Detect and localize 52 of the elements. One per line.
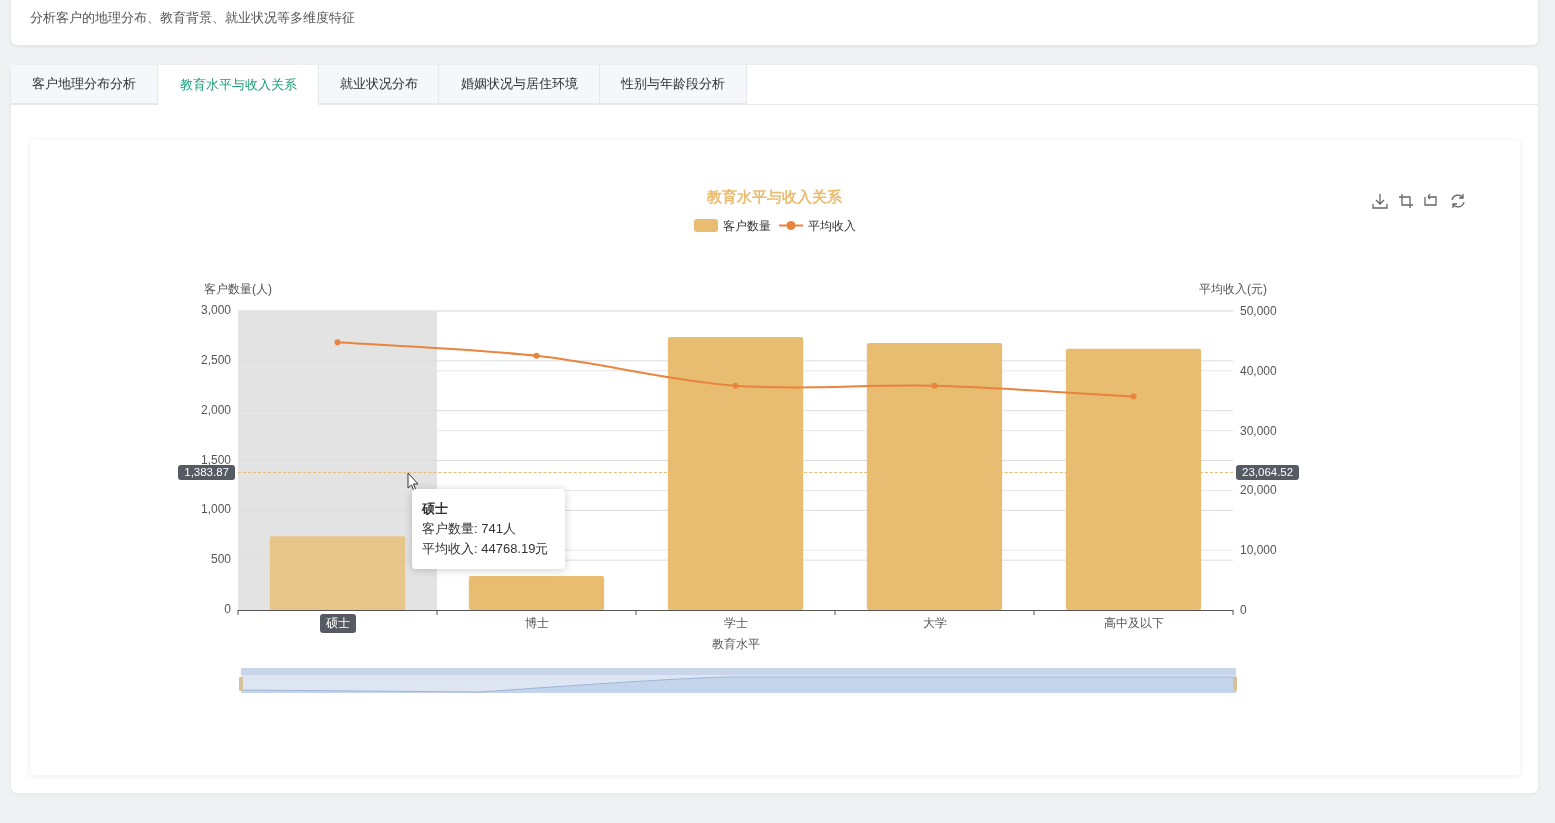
page-subtitle: 分析客户的地理分布、教育背景、就业状况等多维度特征 bbox=[30, 10, 355, 25]
axis-tick-label: 10,000 bbox=[1240, 543, 1277, 558]
data-point[interactable] bbox=[533, 352, 540, 359]
tooltip-title: 硕士 bbox=[422, 500, 449, 518]
axis-pointer-label: 1,383.87 bbox=[178, 465, 235, 481]
axis-tick-label: 高中及以下 bbox=[1103, 616, 1164, 630]
axis-pointer-label: 23,064.52 bbox=[1236, 465, 1300, 481]
axis-tick-label: 40,000 bbox=[1240, 363, 1277, 378]
axis-tick-label: 500 bbox=[210, 552, 231, 567]
tab[interactable]: 婚姻状况与居住环境 bbox=[439, 65, 600, 104]
axis-tick-label: 30,000 bbox=[1240, 423, 1277, 438]
data-point[interactable] bbox=[334, 339, 341, 346]
axis-title: 平均收入(元) bbox=[1199, 282, 1267, 296]
axis-tick-label: 大学 bbox=[922, 616, 947, 630]
bar[interactable] bbox=[1065, 348, 1202, 610]
chart-title: 教育水平与收入关系 bbox=[706, 188, 842, 205]
axis-tick-label: 3,000 bbox=[200, 303, 231, 317]
axis-tick-label: 0 bbox=[1240, 603, 1247, 617]
bar[interactable] bbox=[667, 336, 804, 610]
legend-line-icon[interactable] bbox=[778, 221, 804, 230]
data-point[interactable] bbox=[732, 382, 739, 389]
tab[interactable]: 客户地理分布分析 bbox=[11, 65, 158, 104]
axis-tick-label: 2,000 bbox=[200, 402, 231, 417]
axis-tick-label: 学士 bbox=[723, 616, 748, 630]
axis-tick-label: 2,500 bbox=[200, 352, 231, 367]
legend-bar-icon[interactable] bbox=[694, 219, 718, 232]
tab[interactable]: 性别与年龄段分析 bbox=[600, 65, 747, 104]
axis-pointer-label: 硕士 bbox=[319, 614, 356, 633]
bar[interactable] bbox=[269, 536, 406, 610]
tab[interactable]: 就业状况分布 bbox=[319, 65, 439, 104]
axis-tick-label: 20,000 bbox=[1240, 483, 1277, 498]
zoom-icon[interactable] bbox=[1398, 193, 1414, 209]
data-zoom-slider[interactable] bbox=[239, 668, 1237, 693]
tooltip-line: 平均收入: 44768.19元 bbox=[422, 540, 550, 558]
axis-tick-label: 50,000 bbox=[1240, 304, 1277, 318]
axis-title: 客户数量(人) bbox=[204, 282, 272, 296]
bar[interactable] bbox=[866, 342, 1003, 610]
axis-tick-label: 博士 bbox=[524, 616, 549, 630]
bar[interactable] bbox=[468, 576, 605, 610]
data-point[interactable] bbox=[1130, 393, 1137, 400]
axis-title: 教育水平 bbox=[711, 637, 760, 651]
data-point[interactable] bbox=[931, 382, 938, 389]
restore-icon[interactable] bbox=[1451, 193, 1465, 209]
download-icon[interactable] bbox=[1372, 193, 1388, 209]
tooltip-line: 客户数量: 741人 bbox=[422, 520, 517, 538]
legend-label[interactable]: 平均收入 bbox=[808, 219, 856, 233]
zoom-reset-icon[interactable] bbox=[1424, 193, 1437, 206]
tab[interactable]: 教育水平与收入关系 bbox=[158, 65, 319, 105]
axis-tick-label: 1,000 bbox=[200, 502, 231, 517]
axis-tick-label: 1,500 bbox=[200, 452, 231, 467]
legend-label[interactable]: 客户数量 bbox=[723, 219, 771, 233]
axis-tick-label: 0 bbox=[224, 602, 231, 616]
